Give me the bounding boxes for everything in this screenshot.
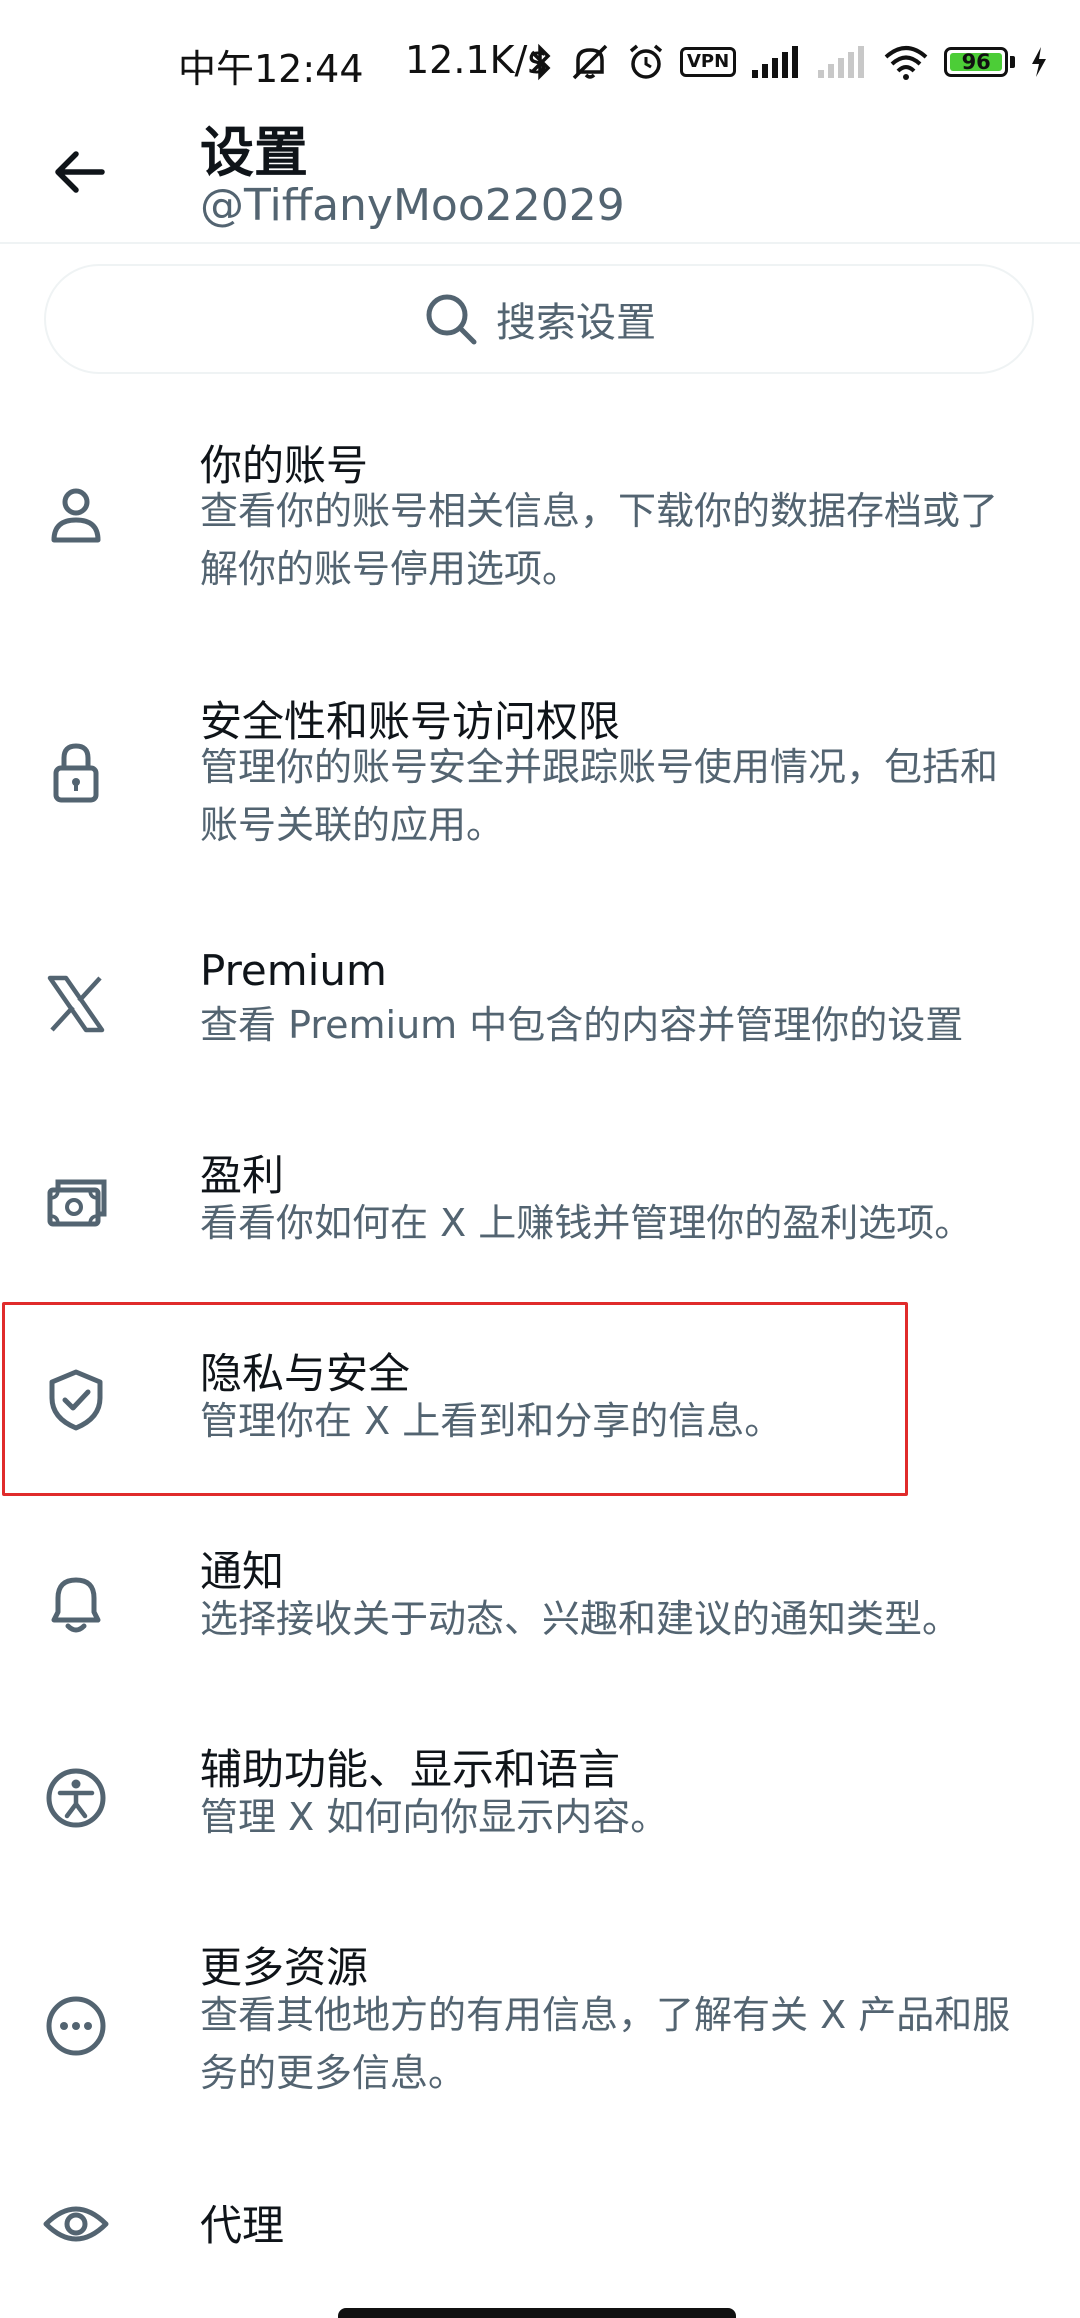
item-label: Premium bbox=[200, 946, 387, 995]
shield-check-icon bbox=[49, 1369, 103, 1431]
home-indicator[interactable] bbox=[338, 2308, 736, 2318]
eye-icon bbox=[43, 2206, 109, 2242]
signal-icon bbox=[752, 46, 799, 78]
settings-item-premium[interactable]: Premium 查看 Premium 中包含的内容并管理你的设置 bbox=[0, 940, 1080, 1100]
signal-empty-icon bbox=[818, 46, 865, 78]
search-placeholder: 搜索设置 bbox=[496, 300, 656, 346]
item-description: 看看你如何在 X 上赚钱并管理你的盈利选项。 bbox=[200, 1201, 973, 1245]
settings-item-more-resources[interactable]: 更多资源 查看其他地方的有用信息，了解有关 X 产品和服务的更多信息。 bbox=[0, 1930, 1080, 2130]
item-description: 管理 X 如何向你显示内容。 bbox=[200, 1795, 669, 1839]
item-label: 代理 bbox=[200, 2201, 285, 2250]
settings-header: 设置 @TiffanyMoo22029 bbox=[0, 100, 1080, 244]
lock-icon bbox=[53, 743, 99, 803]
settings-item-accessibility-display-language[interactable]: 辅助功能、显示和语言 管理 X 如何向你显示内容。 bbox=[0, 1732, 1080, 1892]
more-circle-icon bbox=[46, 1996, 106, 2056]
wifi-icon bbox=[884, 46, 928, 80]
page-title: 设置 bbox=[200, 121, 308, 184]
search-icon bbox=[426, 294, 477, 345]
item-description: 选择接收关于动态、兴趣和建议的通知类型。 bbox=[200, 1597, 961, 1641]
status-network-speed: 12.1K/s bbox=[405, 38, 548, 82]
item-description: 查看其他地方的有用信息，了解有关 X 产品和服务的更多信息。 bbox=[200, 1993, 1011, 2095]
settings-item-privacy-and-safety[interactable]: 隐私与安全 管理你在 X 上看到和分享的信息。 bbox=[0, 1336, 1080, 1496]
item-description: 管理你在 X 上看到和分享的信息。 bbox=[200, 1399, 783, 1443]
bell-icon bbox=[51, 1577, 101, 1633]
battery-percent: 96 bbox=[961, 50, 991, 74]
person-icon bbox=[51, 488, 101, 543]
mute-bell-icon bbox=[572, 44, 608, 80]
settings-item-proxy[interactable]: 代理 bbox=[0, 2180, 1080, 2280]
item-description: 查看你的账号相关信息，下载你的数据存档或了解你的账号停用选项。 bbox=[200, 489, 999, 591]
settings-item-notifications[interactable]: 通知 选择接收关于动态、兴趣和建议的通知类型。 bbox=[0, 1534, 1080, 1694]
accessibility-icon bbox=[46, 1768, 106, 1828]
status-time: 中午12:44 bbox=[178, 47, 364, 91]
settings-item-monetization[interactable]: 盈利 看看你如何在 X 上赚钱并管理你的盈利选项。 bbox=[0, 1138, 1080, 1298]
item-description: 查看 Premium 中包含的内容并管理你的设置 bbox=[200, 1003, 964, 1047]
settings-item-your-account[interactable]: 你的账号 查看你的账号相关信息，下载你的数据存档或了解你的账号停用选项。 bbox=[0, 420, 1080, 650]
battery-cap bbox=[1010, 56, 1016, 68]
battery-icon: 96 bbox=[944, 47, 1009, 77]
alarm-icon bbox=[629, 44, 663, 79]
settings-item-security[interactable]: 安全性和账号访问权限 管理你的账号安全并跟踪账号使用情况，包括和账号关联的应用。 bbox=[0, 676, 1080, 906]
x-logo-icon bbox=[47, 975, 105, 1033]
item-description: 管理你的账号安全并跟踪账号使用情况，包括和账号关联的应用。 bbox=[200, 745, 999, 847]
back-arrow-icon[interactable] bbox=[48, 140, 112, 204]
vpn-icon: VPN bbox=[680, 47, 737, 77]
charging-icon bbox=[1032, 47, 1047, 77]
money-icon bbox=[47, 1179, 107, 1227]
search-settings-input[interactable]: 搜索设置 bbox=[44, 264, 1034, 374]
status-icons: VPN 96 bbox=[528, 36, 1049, 88]
bluetooth-icon bbox=[530, 43, 551, 81]
account-handle: @TiffanyMoo22029 bbox=[200, 180, 625, 231]
